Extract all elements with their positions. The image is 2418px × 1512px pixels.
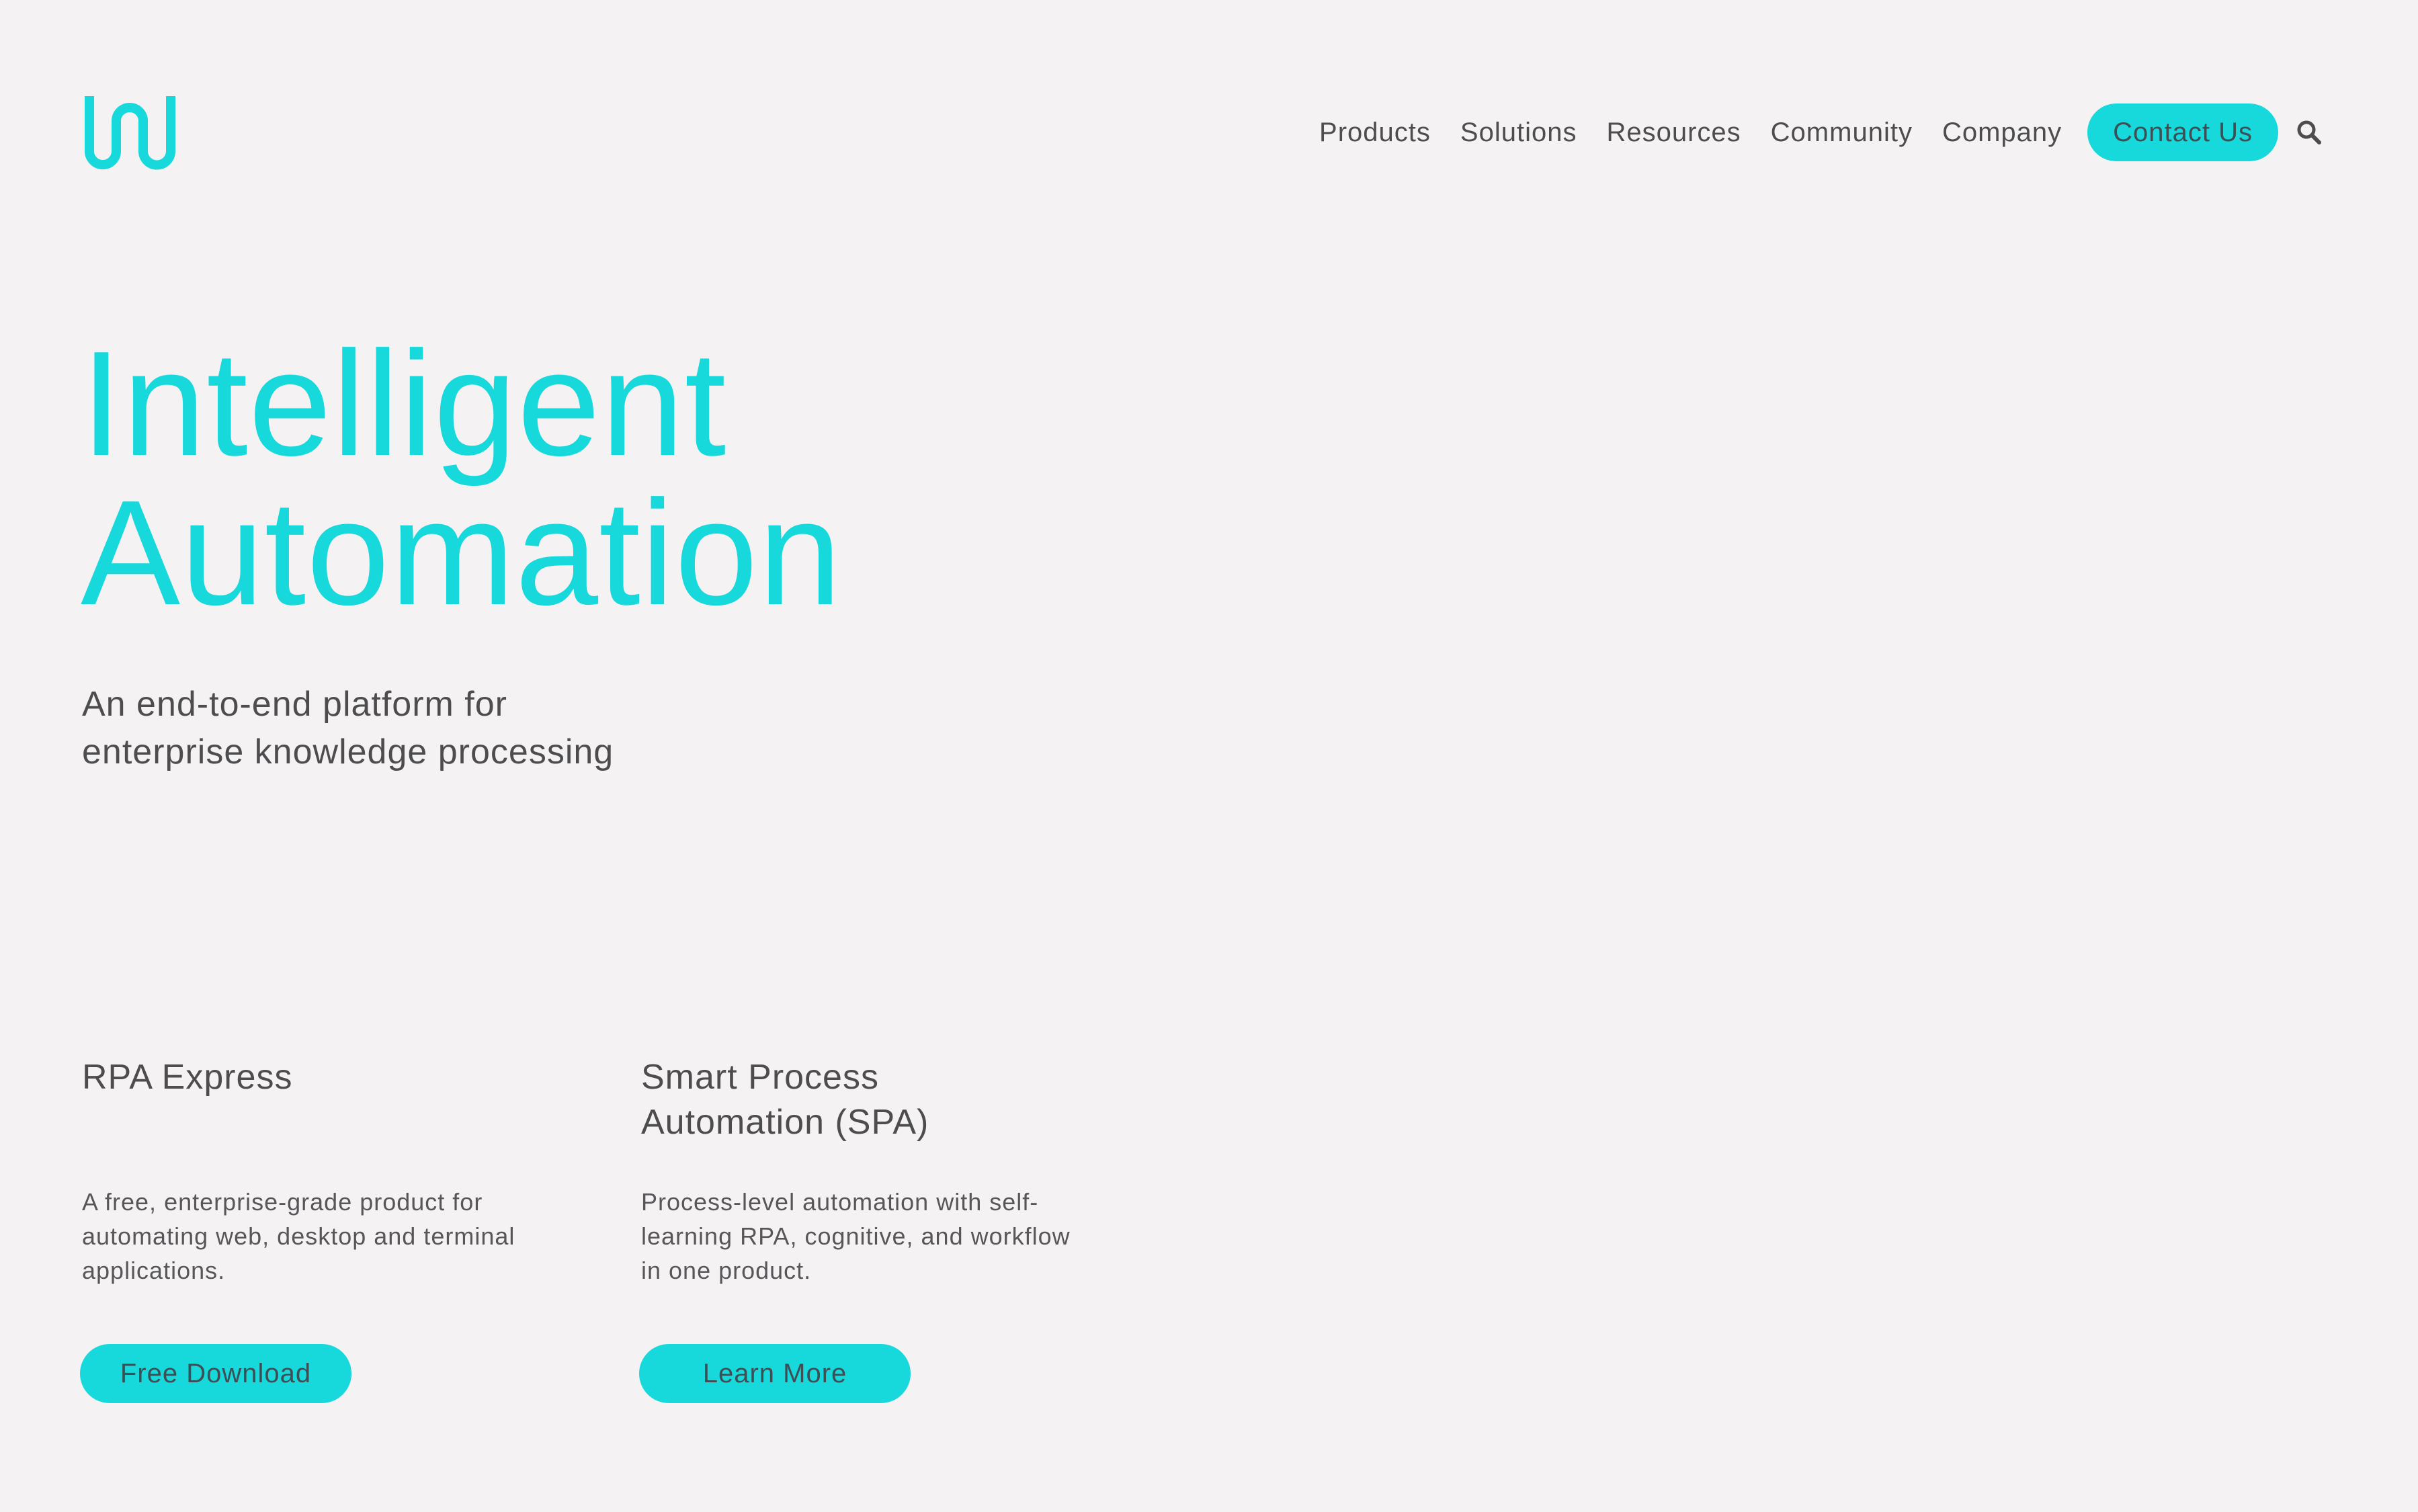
contact-us-button[interactable]: Contact Us — [2087, 103, 2278, 161]
hero-subtitle-line-1: An end-to-end platform for — [82, 685, 507, 724]
hero-title-line-2: Automation — [81, 470, 843, 636]
hero-subtitle-line-2: enterprise knowledge processing — [82, 732, 614, 771]
hero-subtitle: An end-to-end platform for enterprise kn… — [82, 681, 614, 776]
product-title: RPA Express — [82, 1055, 552, 1100]
nav-item-community[interactable]: Community — [1771, 118, 1913, 148]
hero-title-line-1: Intelligent — [81, 321, 727, 487]
nav-item-solutions[interactable]: Solutions — [1460, 118, 1577, 148]
free-download-button[interactable]: Free Download — [80, 1344, 351, 1403]
hero-title: Intelligent Automation — [81, 329, 842, 628]
main-nav: Products Solutions Resources Community C… — [1319, 103, 2323, 161]
product-description-line-1: Process-level automation with self- — [641, 1188, 1039, 1216]
product-title-line-1: Smart Process — [641, 1058, 879, 1097]
nav-item-company[interactable]: Company — [1942, 118, 2062, 148]
learn-more-button[interactable]: Learn More — [639, 1344, 911, 1403]
site-header: Products Solutions Resources Community C… — [0, 0, 2418, 175]
wave-w-logo-icon[interactable] — [81, 96, 179, 170]
product-card-spa: Smart Process Automation (SPA) Process-l… — [639, 1055, 1112, 1403]
nav-item-resources[interactable]: Resources — [1606, 118, 1741, 148]
search-icon[interactable] — [2296, 119, 2323, 146]
product-description-line-3: applications. — [82, 1257, 226, 1284]
product-description: Process-level automation with self- lear… — [641, 1185, 1098, 1288]
product-title-line-1: RPA Express — [82, 1058, 293, 1097]
nav-item-products[interactable]: Products — [1319, 118, 1431, 148]
product-title: Smart Process Automation (SPA) — [641, 1055, 1112, 1145]
product-card-rpa-express: RPA Express A free, enterprise-grade pro… — [80, 1055, 552, 1403]
product-description-line-2: automating web, desktop and terminal — [82, 1222, 515, 1250]
product-description: A free, enterprise-grade product for aut… — [82, 1185, 539, 1288]
product-title-line-2: Automation (SPA) — [641, 1103, 929, 1142]
product-description-line-1: A free, enterprise-grade product for — [82, 1188, 483, 1216]
product-description-line-3: in one product. — [641, 1257, 812, 1284]
product-description-line-2: learning RPA, cognitive, and workflow — [641, 1222, 1071, 1250]
